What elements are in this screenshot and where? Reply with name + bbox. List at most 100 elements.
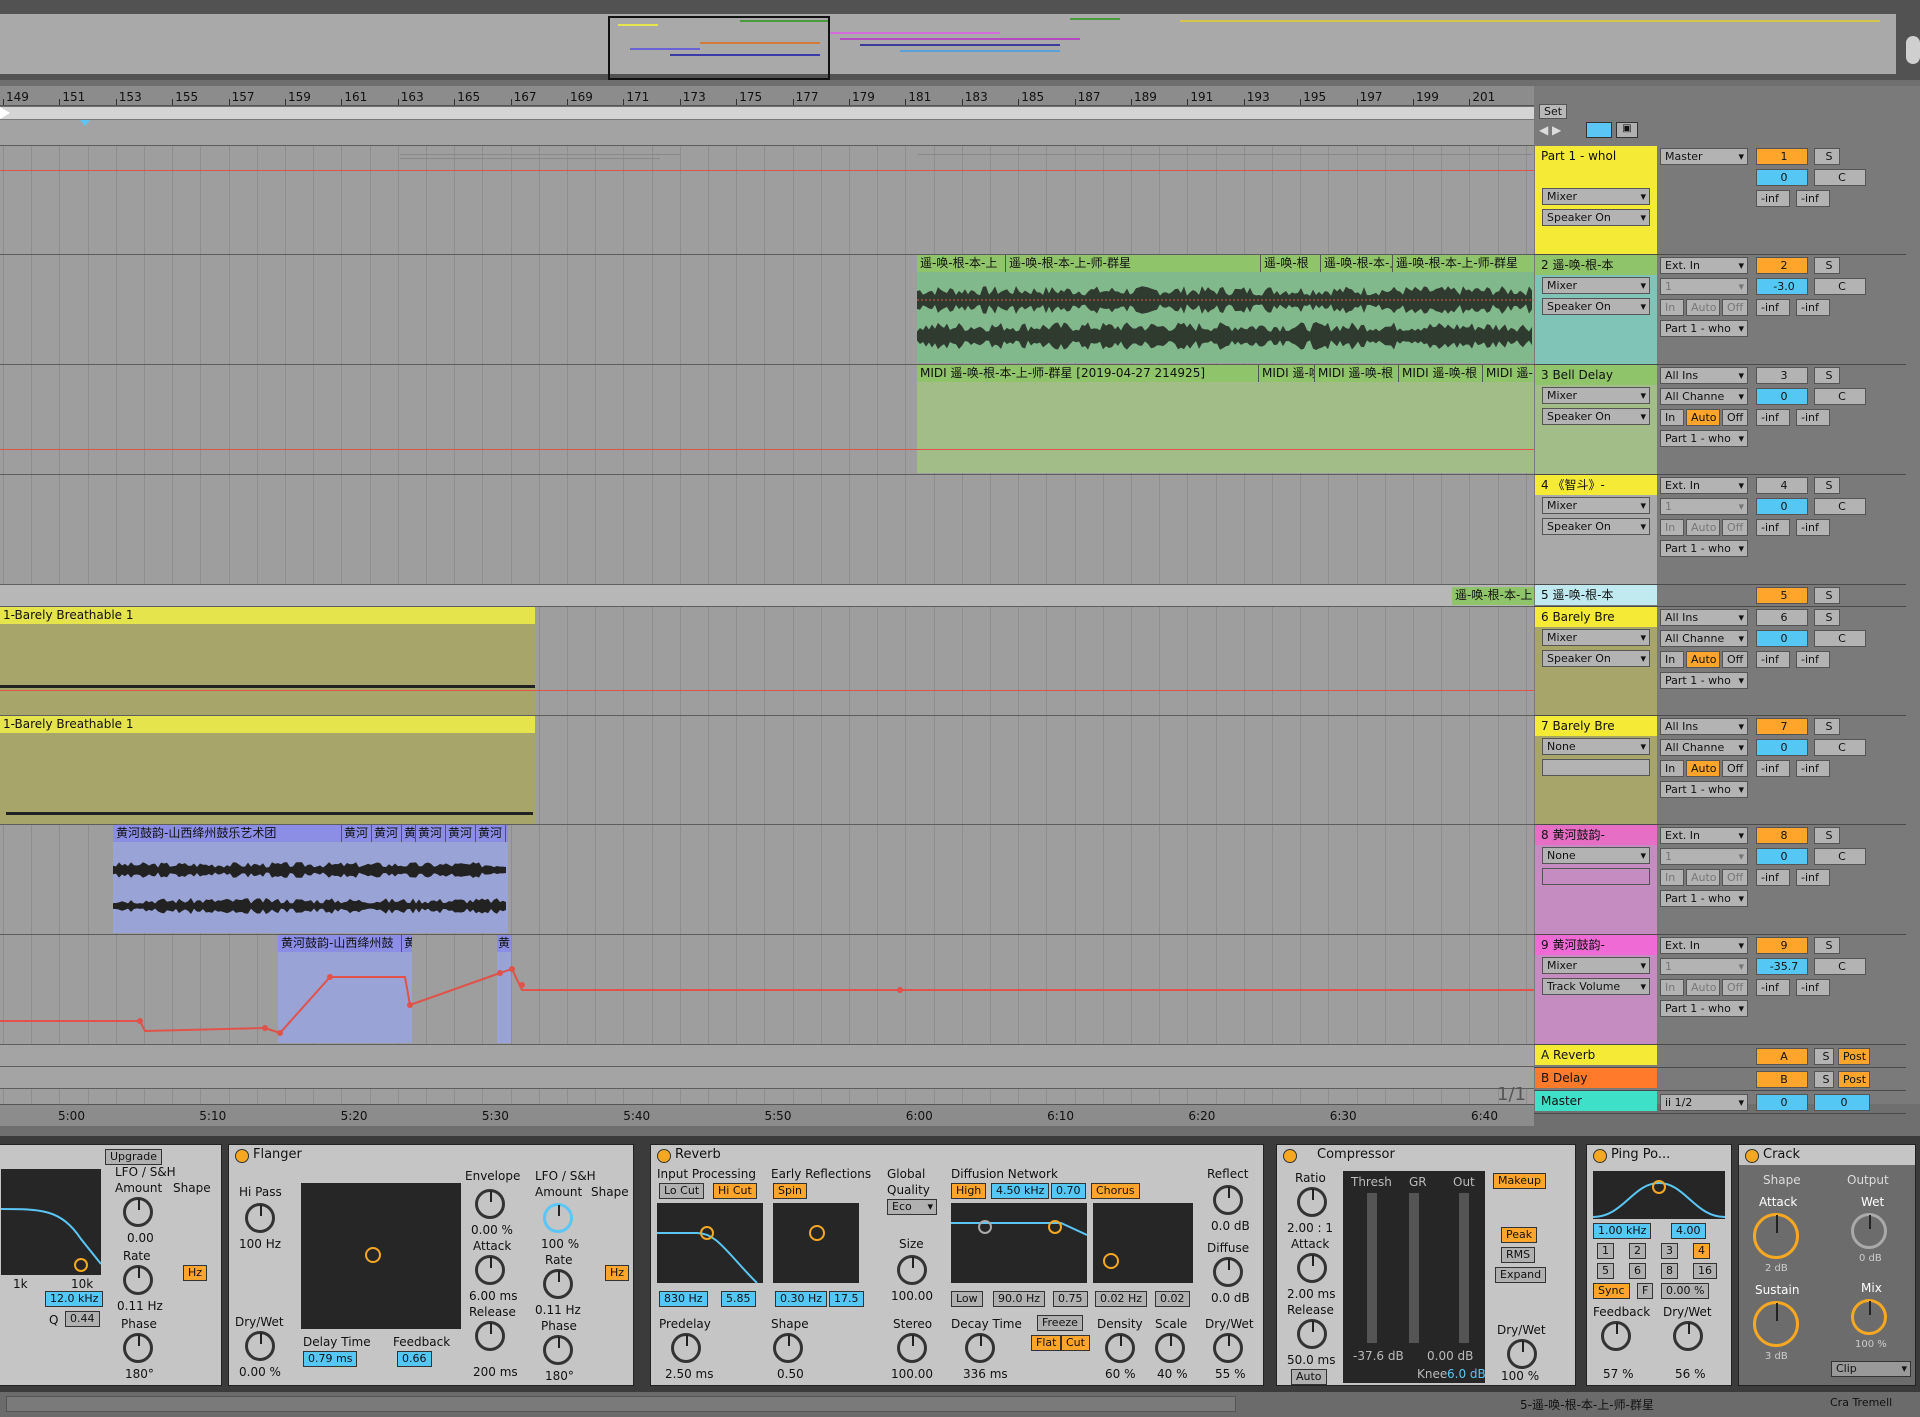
clip-label[interactable]: 黄河 (415, 825, 445, 842)
monitor-off[interactable]: Off (1722, 299, 1748, 316)
solo-button[interactable]: S (1814, 257, 1840, 274)
input-channel[interactable]: All Channe (1660, 630, 1748, 647)
reverb-density-knob[interactable] (1105, 1333, 1135, 1363)
comp-drywet-knob[interactable] (1507, 1339, 1537, 1369)
reverb-high-freq[interactable]: 4.50 kHz (991, 1183, 1050, 1199)
clip-label[interactable]: MIDI 遥- (1482, 365, 1534, 382)
send-a[interactable]: -inf (1756, 190, 1790, 207)
clip-label[interactable]: 黄河鼓韵-山西绛州鼓乐艺术团 (116, 825, 341, 842)
overview-strip[interactable] (0, 14, 1896, 74)
flanger-attack-knob[interactable] (475, 1255, 505, 1285)
pan-field[interactable]: C (1814, 498, 1866, 515)
flanger-drywet-knob[interactable] (245, 1331, 275, 1361)
crack-clip-select[interactable]: Clip (1831, 1361, 1911, 1377)
track-name[interactable]: 2 遥-唤-根-本 (1535, 255, 1657, 275)
pingpong-drywet-knob[interactable] (1673, 1321, 1703, 1351)
track-name[interactable]: 6 Barely Bre (1535, 607, 1657, 627)
lane-track-4[interactable] (0, 475, 1534, 585)
input-type[interactable]: Ext. In (1660, 477, 1748, 494)
lfo-amount-knob[interactable] (123, 1197, 153, 1227)
flanger-envelope-knob[interactable] (475, 1189, 505, 1219)
clip-label[interactable]: 黄河 (371, 825, 401, 842)
flanger-hipass-knob[interactable] (245, 1203, 275, 1233)
reverb-size-knob[interactable] (897, 1255, 927, 1285)
pingpong-beat-2[interactable]: 2 (1629, 1243, 1646, 1259)
reverb-diffuse-knob[interactable] (1213, 1257, 1243, 1287)
overview-scrollbar[interactable] (1906, 36, 1920, 64)
send-b[interactable]: -inf (1796, 299, 1830, 316)
track-name[interactable]: 4 《智斗》- (1535, 475, 1657, 495)
volume-field[interactable]: 0 (1756, 848, 1808, 865)
reverb-input-freq[interactable]: 830 Hz (659, 1291, 708, 1307)
track-5-header[interactable]: 5 遥-唤-根-本 5 S (1534, 585, 1906, 607)
clip-label[interactable]: 黄河 (505, 825, 508, 842)
monitor-auto[interactable]: Auto (1686, 869, 1720, 886)
track-3-header[interactable]: 3 Bell Delay Mixer Speaker On All Ins Al… (1534, 365, 1906, 475)
comp-meter-display[interactable]: Thresh GR Out -37.6 dB 0.00 dB Knee 6.0 … (1343, 1171, 1486, 1383)
crack-sustain-knob[interactable] (1753, 1301, 1799, 1347)
overview-viewport[interactable] (608, 16, 830, 80)
monitor-auto[interactable]: Auto (1686, 409, 1720, 426)
solo-button[interactable]: S (1814, 718, 1840, 735)
pan-field[interactable]: C (1814, 630, 1866, 647)
clip-label[interactable]: MIDI 遥-唤-根 (1398, 365, 1482, 382)
clip-t7[interactable]: 1-Barely Breathable 1 (0, 716, 535, 824)
track-activator[interactable]: 1 (1756, 148, 1808, 165)
reverb-device[interactable]: Reverb Input Processing Lo Cut Hi Cut 83… (650, 1144, 1264, 1386)
flanger-device[interactable]: Flanger Hi Pass 100 Hz Dry/Wet 0.00 % De… (228, 1144, 634, 1386)
pingpong-beat-8[interactable]: 8 (1661, 1263, 1678, 1279)
output-routing[interactable]: Part 1 - who (1660, 890, 1748, 907)
lane-track-3[interactable]: MIDI 遥-唤-根-本-上-师-群星 [2019-04-27 214925] … (0, 365, 1534, 475)
reverb-scale-knob[interactable] (1155, 1333, 1185, 1363)
pingpong-beat-5[interactable]: 5 (1597, 1263, 1614, 1279)
param-chooser[interactable]: Speaker On (1542, 650, 1650, 667)
pan-field[interactable]: C (1814, 388, 1866, 405)
send-a[interactable]: -inf (1756, 869, 1790, 886)
track-activator[interactable]: 6 (1756, 609, 1808, 626)
output-routing[interactable]: Part 1 - who (1660, 320, 1748, 337)
device-chooser[interactable]: Mixer (1542, 497, 1650, 514)
output-routing[interactable]: Master (1660, 148, 1748, 165)
lfo-phase-knob[interactable] (123, 1333, 153, 1363)
lane-track-1[interactable] (0, 146, 1534, 255)
reverb-drywet-knob[interactable] (1213, 1333, 1243, 1363)
input-channel[interactable]: 1 (1660, 498, 1748, 515)
solo-button[interactable]: S (1814, 827, 1840, 844)
input-type[interactable]: Ext. In (1660, 937, 1748, 954)
param-chooser[interactable]: Speaker On (1542, 408, 1650, 425)
reverb-cut-button[interactable]: Cut (1061, 1335, 1090, 1351)
comp-attack-knob[interactable] (1297, 1253, 1327, 1283)
send-a[interactable]: -inf (1756, 409, 1790, 426)
reverb-low-button[interactable]: Low (951, 1291, 983, 1307)
track-activator[interactable]: B (1756, 1071, 1808, 1088)
monitor-in[interactable]: In (1660, 299, 1684, 316)
param-chooser[interactable]: Speaker On (1542, 298, 1650, 315)
track-activator[interactable]: 2 (1756, 257, 1808, 274)
reverb-stereo-knob[interactable] (897, 1333, 927, 1363)
input-channel[interactable]: 1 (1660, 958, 1748, 975)
monitor-in[interactable]: In (1660, 651, 1684, 668)
lane-return-b[interactable] (0, 1067, 1534, 1089)
output-routing[interactable]: ii 1/2 (1660, 1094, 1748, 1111)
pingpong-beat-4[interactable]: 4 (1693, 1243, 1710, 1259)
track-9-header[interactable]: 9 黄河鼓韵- Mixer Track Volume Ext. In 1 In … (1534, 935, 1906, 1045)
lane-track-6[interactable]: 1-Barely Breathable 1 (0, 607, 1534, 716)
lane-track-9[interactable]: 黄河鼓韵-山西绛州鼓 黄 黄 (0, 935, 1534, 1045)
eq-q-field[interactable]: 0.44 (65, 1311, 100, 1327)
reverb-decay-knob[interactable] (965, 1333, 995, 1363)
send-a[interactable]: -inf (1756, 760, 1790, 777)
send-b[interactable]: -inf (1796, 190, 1830, 207)
reverb-locut-button[interactable]: Lo Cut (659, 1183, 705, 1199)
eq-freq-field[interactable]: 12.0 kHz (45, 1291, 104, 1307)
track-name[interactable]: B Delay (1535, 1068, 1657, 1088)
reverb-hicut-button[interactable]: Hi Cut (713, 1183, 757, 1199)
reverb-chorus-button[interactable]: Chorus (1091, 1183, 1140, 1199)
clip-label[interactable]: 黄河 (341, 825, 371, 842)
monitor-auto[interactable]: Auto (1686, 299, 1720, 316)
volume-field[interactable]: -3.0 (1756, 278, 1808, 295)
monitor-off[interactable]: Off (1722, 651, 1748, 668)
flanger-feedback-field[interactable]: 0.66 (397, 1351, 432, 1367)
device-chooser[interactable]: Mixer (1542, 387, 1650, 404)
reverb-flat-button[interactable]: Flat (1031, 1335, 1062, 1351)
arrangement-view[interactable]: 遥-唤-根-本-上 遥-唤-根-本-上-师-群星 遥-唤-根 遥-唤-根-本-上… (0, 120, 1534, 1104)
